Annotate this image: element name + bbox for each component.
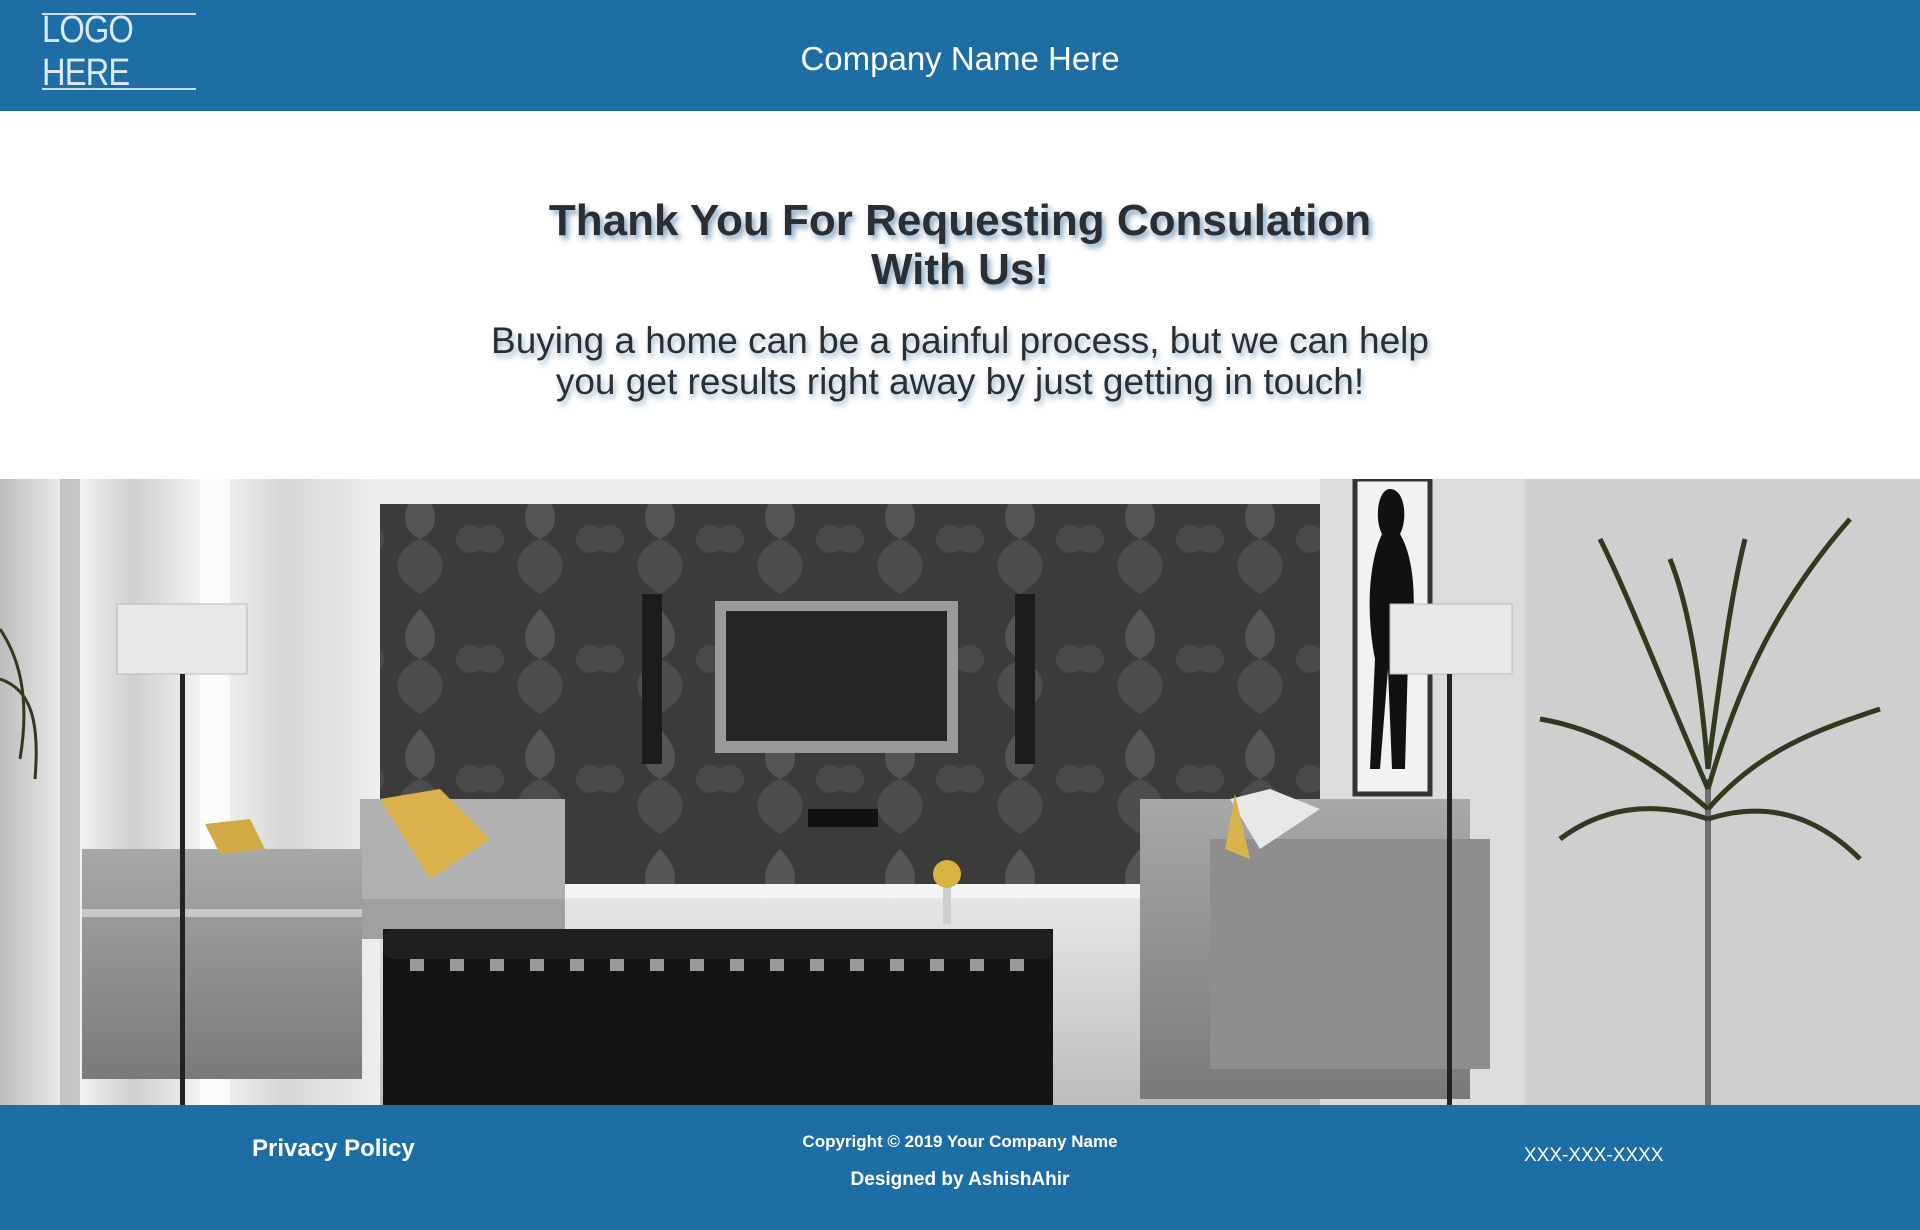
site-footer: Privacy Policy Copyright © 2019 Your Com…: [0, 1105, 1920, 1230]
site-header: LOGO HERE Company Name Here: [0, 0, 1920, 111]
page-subtext: Buying a home can be a painful process, …: [491, 320, 1429, 402]
hero-image: [0, 479, 1920, 1105]
phone-number[interactable]: XXX-XXX-XXXX: [1524, 1145, 1663, 1167]
company-name: Company Name Here: [800, 40, 1120, 77]
living-room-illustration: [0, 479, 1920, 1105]
page-headline: Thank You For Requesting Consulation Wit…: [548, 196, 1372, 294]
designed-by-text: Designed by AshishAhir: [850, 1169, 1070, 1190]
